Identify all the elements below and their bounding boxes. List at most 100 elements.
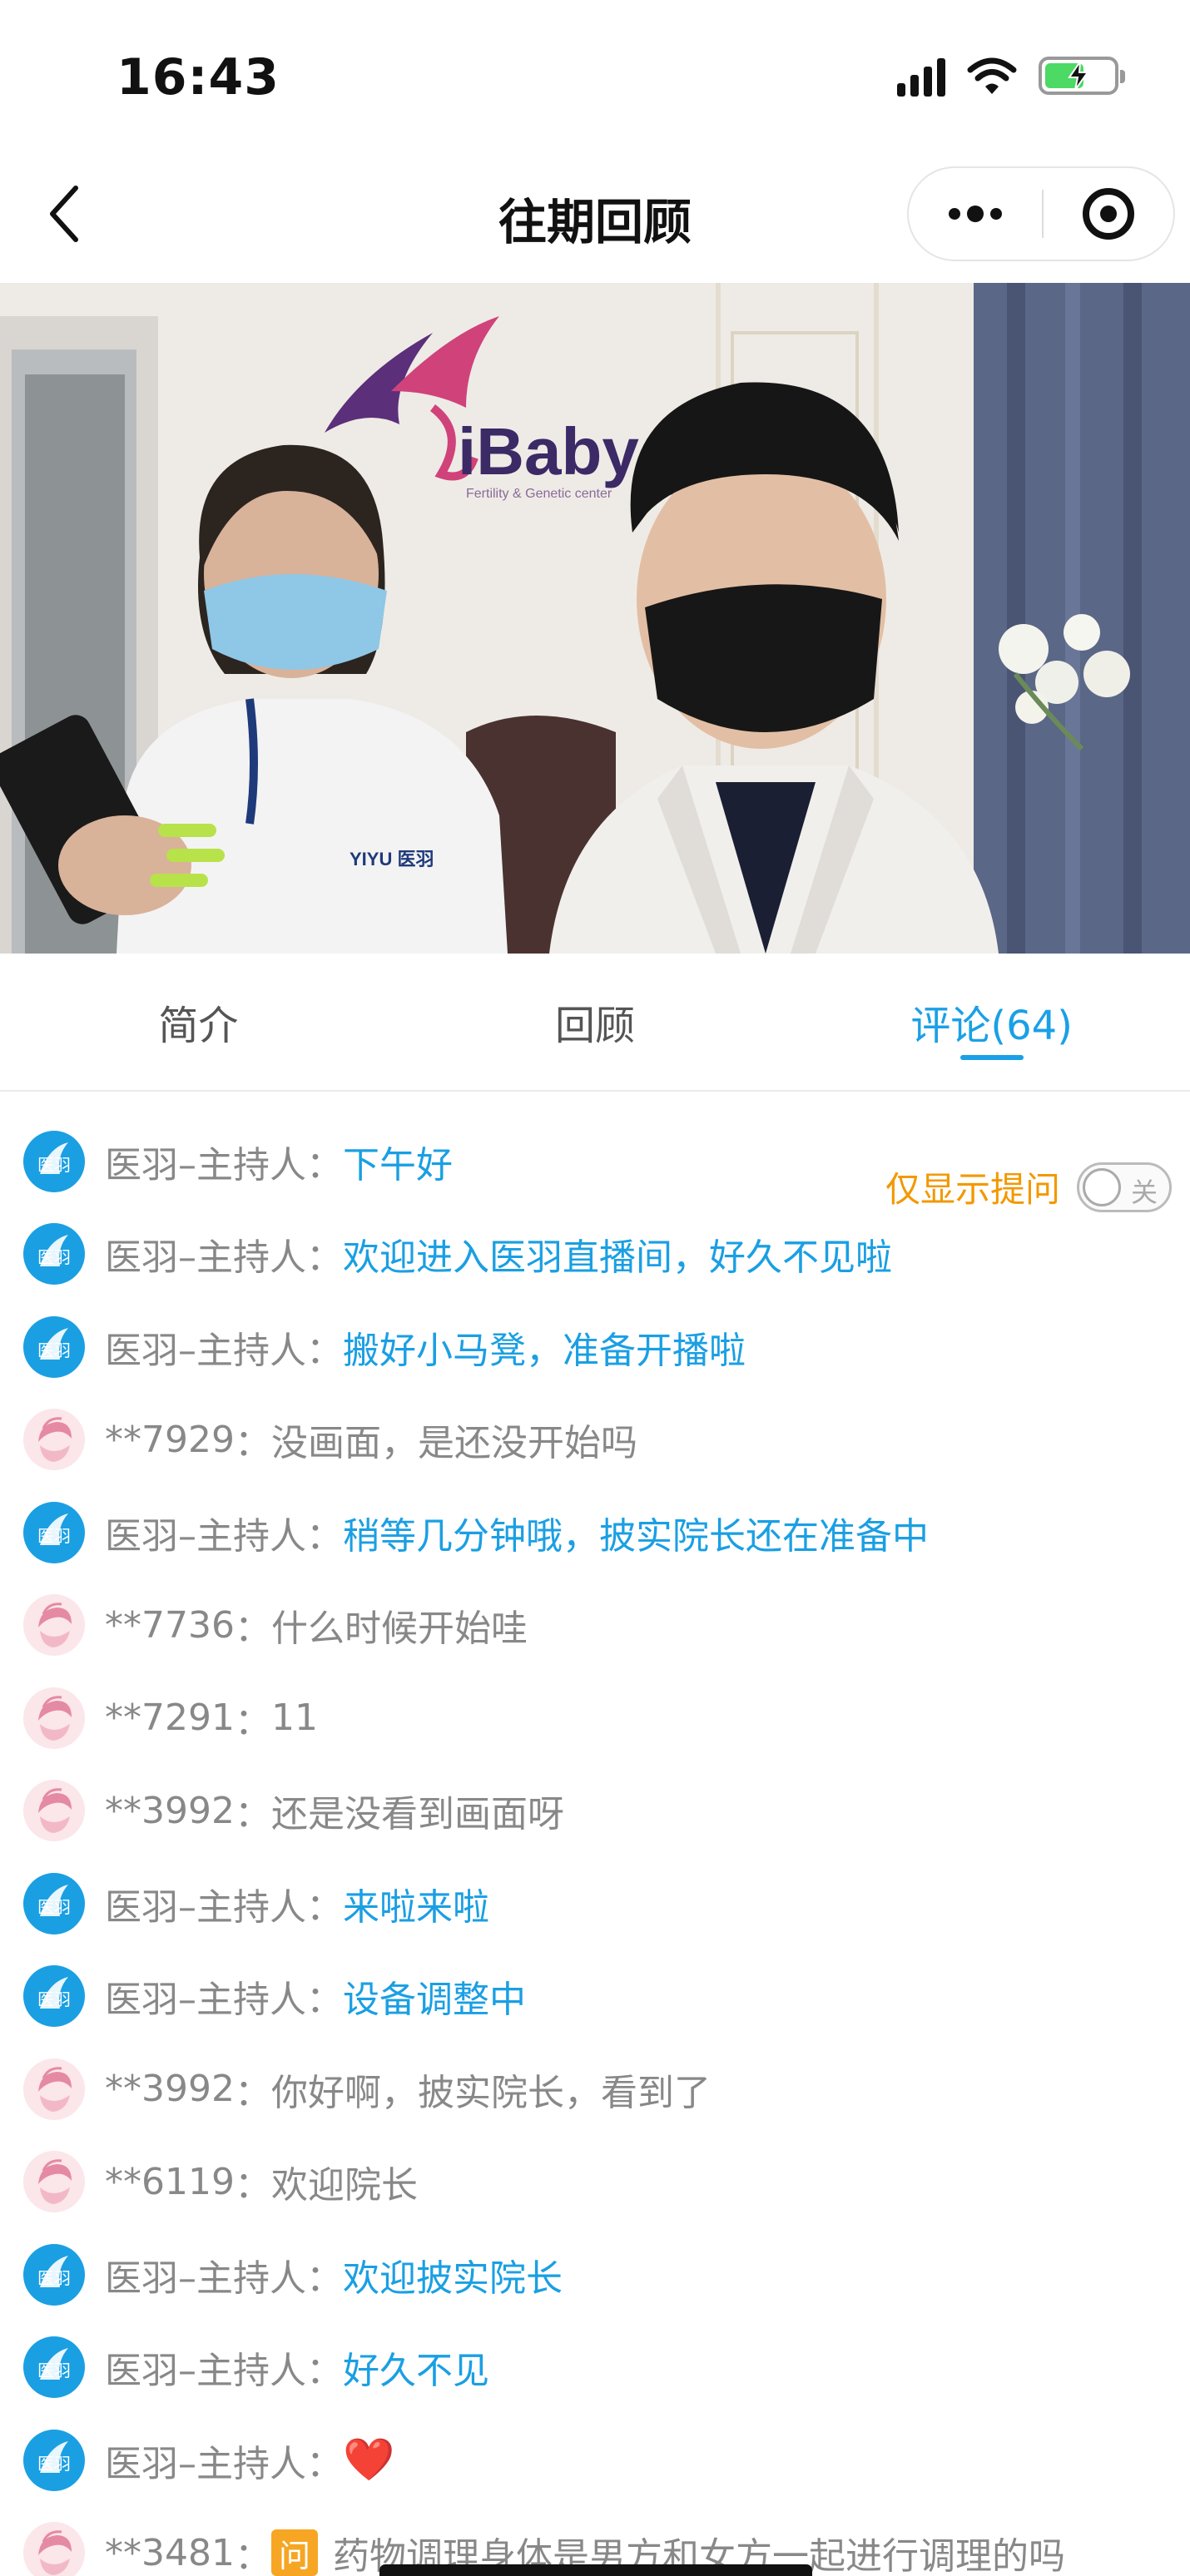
toggle-knob [1083,1167,1121,1206]
comment-row: 医羽 医羽–主持人：设备调整中 [0,1950,1190,2043]
host-avatar: 医羽 [23,1223,85,1286]
questions-only-filter: 仅显示提问 关 [885,1162,1172,1212]
yiyu-host-logo-icon: 医羽 [37,2255,71,2288]
status-bar: 16:43 [0,0,1190,150]
user-avatar-icon [38,2067,72,2112]
comment-separator: ： [306,1143,343,1186]
comment-row: 医羽 医羽–主持人：来啦来啦 [0,1857,1190,1950]
comment-text: 来啦来啦 [343,1885,489,1929]
comment-author: 医羽–主持人 [105,1143,306,1186]
comment-row: **3992：还是没看到画面呀 [0,1765,1190,1858]
tab-intro-label: 简介 [158,1003,239,1049]
yiyu-host-logo-icon: 医羽 [37,1142,71,1175]
comment-row: 医羽 医羽–主持人：稍等几分钟哦，披实院长还在准备中 [0,1486,1190,1579]
host-avatar: 医羽 [23,2243,85,2306]
svg-text:医羽: 医羽 [37,2361,71,2380]
comment-separator: ： [306,2256,343,2300]
yiyu-host-logo-icon: 医羽 [37,2348,71,2380]
comment-author: **6119 [105,2160,235,2203]
svg-text:医羽: 医羽 [37,1897,71,1917]
questions-only-toggle[interactable]: 关 [1077,1162,1172,1212]
comment-text: 你好啊，披实院长，看到了 [270,2071,711,2114]
comment-author: **7291 [105,1697,235,1740]
comment-row: 医羽 医羽–主持人：好久不见 [0,2321,1190,2415]
battery-icon [1039,57,1125,95]
user-avatar [23,2522,85,2576]
user-avatar-icon [38,1788,72,1834]
target-icon [1083,188,1134,240]
toggle-state-text: 关 [1130,1176,1158,1208]
comment-author: 医羽–主持人 [105,2256,306,2300]
navigation-bar: 往期回顾 [0,150,1190,283]
user-avatar-icon [38,1696,72,1741]
question-badge: 问 [270,2529,318,2576]
comment-text: 欢迎披实院长 [343,2256,563,2300]
comment-separator: ： [306,1329,343,1372]
comment-author: 医羽–主持人 [105,1329,306,1372]
comment-text: 下午好 [343,1143,453,1186]
status-icons [897,55,1125,97]
tab-replay[interactable]: 回顾 [397,954,794,1090]
comment-separator: ： [306,2350,343,2393]
comment-separator: ： [234,2164,271,2207]
comment-author: 医羽–主持人 [105,1236,306,1280]
shirt-logo: YIYU 医羽 [350,849,434,869]
host-avatar: 医羽 [23,1872,85,1934]
active-tab-indicator [959,1055,1024,1060]
comment-text: 还是没看到画面呀 [270,1793,564,1836]
comment-text: 没画面，是还没开始吗 [270,1422,637,1465]
comment-separator: ： [234,1608,271,1651]
comment-text: 11 [270,1697,318,1740]
cellular-signal-icon [897,55,945,97]
comment-text: 好久不见 [343,2350,489,2393]
close-mini-program-button[interactable] [1044,168,1173,260]
comment-row: 医羽 医羽–主持人： ❤️ [0,2414,1190,2507]
more-options-button[interactable] [909,168,1042,260]
svg-text:医羽: 医羽 [37,1155,71,1175]
yiyu-host-logo-icon: 医羽 [37,1977,71,2009]
comment-row: **7291： 11 [0,1672,1190,1765]
comment-text: 欢迎院长 [270,2164,418,2207]
comment-author: **3481 [105,2531,235,2574]
yiyu-host-logo-icon: 医羽 [37,2440,71,2474]
comment-separator: ： [234,1422,271,1465]
user-avatar [23,2058,85,2120]
tab-intro[interactable]: 简介 [0,954,397,1090]
comment-row: 医羽 医羽–主持人：搬好小马凳，准备开播啦 [0,1300,1190,1394]
ibaby-logo-subtext: Fertility & Genetic center [466,487,612,501]
comment-text: ❤️ [343,2435,395,2484]
comment-text: 搬好小马凳，准备开播啦 [343,1329,746,1372]
video-player[interactable]: iBaby Fertility & Genetic center YIYU 医羽 [0,283,1190,954]
svg-text:医羽: 医羽 [37,1989,71,2009]
comment-separator: ： [306,2442,343,2485]
yiyu-host-logo-icon: 医羽 [37,1235,71,1267]
comment-row: **3992：你好啊，披实院长，看到了 [0,2043,1190,2136]
host-avatar: 医羽 [23,1501,85,1563]
comment-list[interactable]: 医羽 医羽–主持人：下午好 医羽 医羽–主持人：欢迎进入医羽直播间，好久不见啦 医羽 医羽… [0,1115,1190,2576]
questions-only-label: 仅显示提问 [885,1169,1060,1210]
comment-text: 稍等几分钟哦，披实院长还在准备中 [343,1514,929,1558]
comment-separator: ： [306,1236,343,1280]
yiyu-host-logo-icon: 医羽 [37,1327,71,1360]
comment-separator: ： [306,1979,343,2022]
home-indicator [379,2564,812,2576]
comment-row: **6119：欢迎院长 [0,2136,1190,2229]
host-avatar: 医羽 [23,1315,85,1378]
svg-text:医羽: 医羽 [37,1526,71,1546]
tab-comments-label: 评论(64) [910,1003,1073,1049]
comment-row: **7929：没画面，是还没开始吗 [0,1394,1190,1487]
comment-separator: ： [234,2071,271,2114]
tab-comments[interactable]: 评论(64) [793,954,1190,1090]
comment-author: 医羽–主持人 [105,1979,306,2022]
comment-author: **3992 [105,1789,235,1832]
comment-row: 医羽 医羽–主持人：欢迎进入医羽直播间，好久不见啦 [0,1208,1190,1301]
user-avatar-icon [38,2159,72,2205]
comment-row: **7736：什么时候开始哇 [0,1579,1190,1672]
comment-author: **3992 [105,2068,235,2111]
user-avatar [23,1409,85,1471]
comment-text: 设备调整中 [343,1979,526,2022]
comment-separator: ： [306,1885,343,1929]
user-avatar-icon [38,2530,72,2576]
wifi-icon [967,57,1017,94]
svg-text:医羽: 医羽 [37,2268,71,2288]
